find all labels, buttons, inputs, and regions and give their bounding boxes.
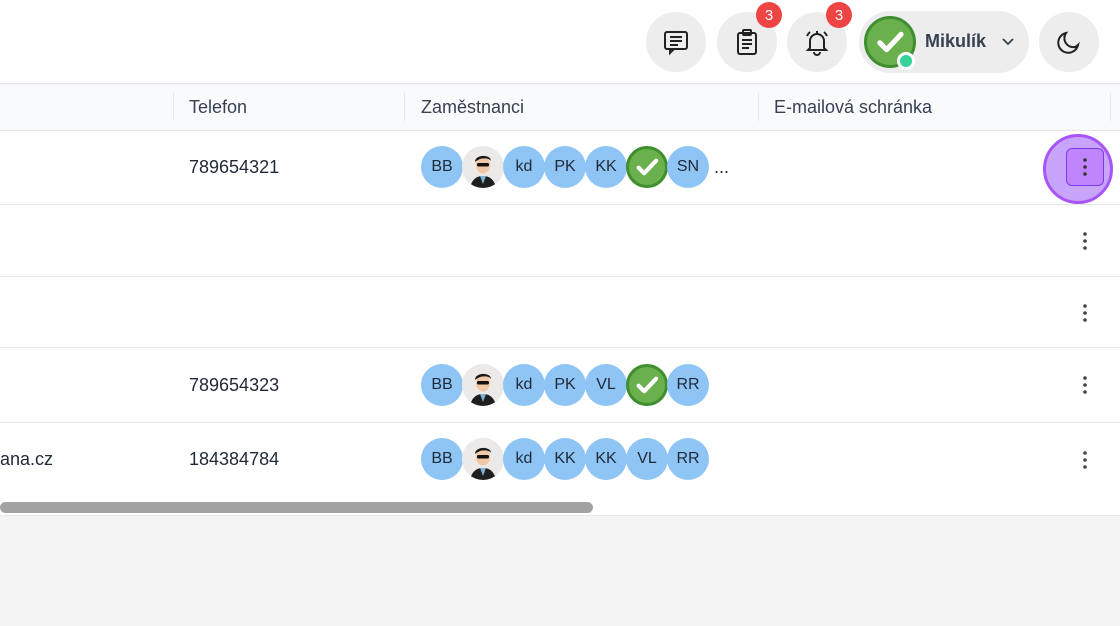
employee-avatar[interactable]: kd xyxy=(503,146,545,188)
employee-avatar[interactable]: VL xyxy=(626,438,668,480)
column-header-email[interactable]: E-mailová schránka xyxy=(758,85,932,131)
notifications-button[interactable]: 3 xyxy=(787,2,852,72)
phone-cell: 184384784 xyxy=(189,449,280,469)
more-vertical-icon xyxy=(1083,232,1087,250)
employee-avatar[interactable]: PK xyxy=(544,364,586,406)
clipboard-icon xyxy=(737,29,757,55)
row-actions-button[interactable] xyxy=(1066,366,1104,404)
employee-avatar[interactable]: RR xyxy=(667,364,709,406)
moon-icon xyxy=(1057,31,1080,54)
scrollbar-thumb[interactable] xyxy=(0,502,593,513)
row-actions-button[interactable] xyxy=(1066,222,1104,260)
person-photo-icon xyxy=(462,364,504,406)
notifications-badge: 3 xyxy=(826,2,852,28)
check-icon xyxy=(636,376,659,394)
table-row[interactable]: ana.cz 184384784 BB kd KK KK VL RR xyxy=(0,423,1120,498)
employee-avatar[interactable]: BB xyxy=(421,364,463,406)
employee-avatar[interactable]: KK xyxy=(585,146,627,188)
employee-avatar[interactable]: kd xyxy=(503,364,545,406)
employees-cell: BB kd KK KK VL RR xyxy=(421,438,709,480)
employee-avatar[interactable]: SN xyxy=(667,146,709,188)
employee-avatar-photo[interactable] xyxy=(462,146,504,188)
employee-avatar[interactable]: RR xyxy=(667,438,709,480)
row-actions-button[interactable] xyxy=(1066,148,1104,186)
row-actions-button[interactable] xyxy=(1066,294,1104,332)
chevron-down-icon xyxy=(1002,38,1014,46)
employee-avatar-check[interactable] xyxy=(626,364,668,406)
row-actions-button[interactable] xyxy=(1066,441,1104,479)
more-vertical-icon xyxy=(1083,304,1087,322)
more-employees-ellipsis[interactable]: ... xyxy=(714,146,729,188)
person-photo-icon xyxy=(462,438,504,480)
employee-avatar[interactable]: BB xyxy=(421,146,463,188)
column-header-employees[interactable]: Zaměstnanci xyxy=(405,85,524,131)
employee-avatar[interactable]: KK xyxy=(544,438,586,480)
bell-icon xyxy=(805,31,829,56)
employee-avatar[interactable]: KK xyxy=(585,438,627,480)
theme-toggle-button[interactable] xyxy=(1039,12,1099,72)
online-status-dot xyxy=(897,52,915,70)
companies-table: Telefon Zaměstnanci E-mailová schránka 7… xyxy=(0,85,1120,498)
more-vertical-icon xyxy=(1083,451,1087,469)
employee-avatar-photo[interactable] xyxy=(462,364,504,406)
employees-cell: BB kd PK VL RR xyxy=(421,364,709,406)
employee-avatar[interactable]: VL xyxy=(585,364,627,406)
table-row[interactable] xyxy=(0,277,1120,348)
phone-cell: 789654323 xyxy=(189,375,280,395)
employee-avatar[interactable]: BB xyxy=(421,438,463,480)
more-vertical-icon xyxy=(1083,158,1087,176)
more-vertical-icon xyxy=(1083,376,1087,394)
employee-avatar[interactable]: kd xyxy=(503,438,545,480)
user-name: Mikulík xyxy=(925,31,987,51)
horizontal-scrollbar[interactable] xyxy=(0,498,1120,516)
table-row[interactable]: 789654321 BB kd PK KK SN ... xyxy=(0,131,1120,205)
employee-avatar-check[interactable] xyxy=(626,146,668,188)
tasks-badge: 3 xyxy=(756,2,782,28)
check-icon xyxy=(636,158,659,176)
chat-lines-icon xyxy=(664,31,688,56)
employee-avatar[interactable]: PK xyxy=(544,146,586,188)
table-header: Telefon Zaměstnanci E-mailová schránka xyxy=(0,85,1120,131)
employee-avatar-photo[interactable] xyxy=(462,438,504,480)
column-header-phone[interactable]: Telefon xyxy=(173,85,247,131)
employees-cell: BB kd PK KK SN ... xyxy=(421,146,729,188)
tasks-button[interactable]: 3 xyxy=(717,2,782,72)
messages-button[interactable] xyxy=(646,12,706,72)
email-domain-cell: ana.cz xyxy=(0,449,54,469)
user-menu[interactable]: Mikulík xyxy=(859,11,1029,73)
top-bar: 3 3 Mikulík xyxy=(0,0,1120,84)
table-row[interactable]: 789654323 BB kd PK VL RR xyxy=(0,348,1120,423)
column-divider xyxy=(1110,93,1111,121)
phone-cell: 789654321 xyxy=(189,157,280,177)
table-row[interactable] xyxy=(0,205,1120,277)
person-photo-icon xyxy=(462,146,504,188)
